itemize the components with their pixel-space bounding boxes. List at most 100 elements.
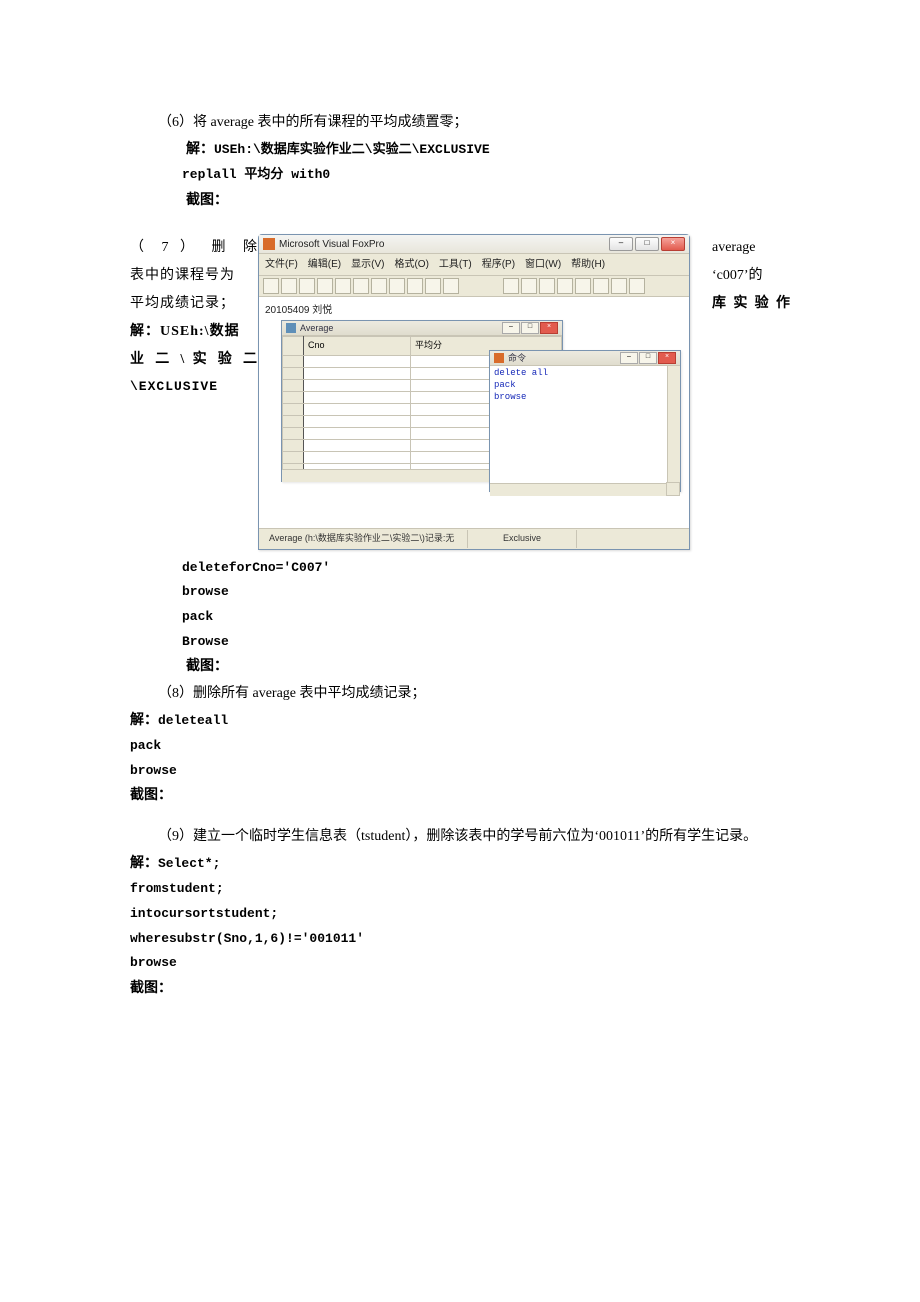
- minimize-button[interactable]: –: [502, 322, 520, 334]
- q7-left-3: 解：USEh:\数据: [130, 318, 258, 346]
- q7-left-5: \EXCLUSIVE: [130, 374, 258, 400]
- toolbar-button[interactable]: [407, 278, 423, 294]
- minimize-button[interactable]: –: [609, 237, 633, 251]
- status-right: [577, 530, 685, 547]
- q7-left-4: 业 二 \ 实 验 二: [130, 346, 258, 374]
- q7-right-col: average ‘c007’的 库 实 验 作: [712, 234, 790, 318]
- maximize-button[interactable]: □: [521, 322, 539, 334]
- cmd-line: delete all: [494, 368, 676, 380]
- browse-title: Average: [300, 320, 502, 337]
- command-titlebar: 命令 – □ ×: [490, 351, 680, 366]
- toolbar-button[interactable]: [629, 278, 645, 294]
- menu-file[interactable]: 文件(F): [265, 255, 298, 274]
- q7-left-2: 平均成绩记录；: [130, 290, 258, 318]
- toolbar-button[interactable]: [593, 278, 609, 294]
- q8-answer: 解：deleteall: [130, 708, 790, 735]
- q8-title: （8）删除所有 average 表中平均成绩记录；: [130, 681, 790, 708]
- q7-right-0: average: [712, 234, 790, 262]
- q8-code-2: browse: [130, 759, 790, 784]
- maximize-button[interactable]: □: [639, 352, 657, 364]
- vfp-menubar: 文件(F) 编辑(E) 显示(V) 格式(O) 工具(T) 程序(P) 窗口(W…: [259, 254, 689, 276]
- foxpro-icon: [263, 238, 275, 250]
- command-icon: [494, 353, 504, 363]
- menu-window[interactable]: 窗口(W): [525, 255, 561, 274]
- command-window: 命令 – □ × delete all pack browse: [489, 350, 681, 492]
- toolbar-button[interactable]: [443, 278, 459, 294]
- status-left: Average (h:\数据库实验作业二\实验二\)记录:无: [263, 530, 468, 547]
- q7-left-0: （ 7 ） 删 除: [130, 234, 258, 262]
- toolbar-button[interactable]: [317, 278, 333, 294]
- command-body[interactable]: delete all pack browse: [490, 366, 680, 496]
- vertical-scrollbar[interactable]: [667, 366, 680, 484]
- command-title: 命令: [508, 350, 620, 367]
- browse-titlebar: Average – □ ×: [282, 321, 562, 336]
- close-button[interactable]: ×: [540, 322, 558, 334]
- vfp-main-window: Microsoft Visual FoxPro – □ × 文件(F) 编辑(E…: [258, 234, 690, 549]
- status-mid: Exclusive: [468, 530, 577, 547]
- q6-shot-label: 截图：: [130, 188, 790, 215]
- window-buttons: – □ ×: [609, 237, 685, 251]
- q9-answer: 解：Select*;: [130, 851, 790, 878]
- toolbar-button[interactable]: [575, 278, 591, 294]
- toolbar-button[interactable]: [263, 278, 279, 294]
- q8-shot-label: 截图：: [130, 783, 790, 810]
- toolbar-spacer: [461, 278, 501, 294]
- toolbar-button[interactable]: [425, 278, 441, 294]
- minimize-button[interactable]: –: [620, 352, 638, 364]
- toolbar-button[interactable]: [299, 278, 315, 294]
- toolbar-button[interactable]: [335, 278, 351, 294]
- toolbar-button[interactable]: [371, 278, 387, 294]
- q7-code-0: deleteforCno='C007': [130, 556, 790, 581]
- menu-format[interactable]: 格式(O): [394, 255, 428, 274]
- q9-code-1: fromstudent;: [130, 877, 790, 902]
- command-window-buttons: – □ ×: [620, 352, 676, 364]
- vfp-screenshot: Microsoft Visual FoxPro – □ × 文件(F) 编辑(E…: [258, 234, 706, 549]
- q6-title: （6）将 average 表中的所有课程的平均成绩置零；: [130, 110, 790, 137]
- q8-code-0: deleteall: [158, 713, 228, 728]
- q8-code-1: pack: [130, 734, 790, 759]
- q7-code-1: browse: [130, 580, 790, 605]
- q9-code-3: wheresubstr(Sno,1,6)!='001011': [130, 927, 790, 952]
- q9-code-2: intocursortstudent;: [130, 902, 790, 927]
- q6-answer-line1: 解：USEh:\数据库实验作业二\实验二\EXCLUSIVE: [130, 137, 790, 164]
- toolbar-button[interactable]: [611, 278, 627, 294]
- q9-code-4: browse: [130, 951, 790, 976]
- menu-tools[interactable]: 工具(T): [439, 255, 472, 274]
- q7-code-3: Browse: [130, 630, 790, 655]
- close-button[interactable]: ×: [658, 352, 676, 364]
- toolbar-button[interactable]: [503, 278, 519, 294]
- toolbar-button[interactable]: [353, 278, 369, 294]
- toolbar-button[interactable]: [557, 278, 573, 294]
- grid-col-cno[interactable]: Cno: [304, 337, 411, 355]
- q6-ans-label: 解：: [186, 142, 214, 157]
- q9-shot-label: 截图：: [130, 976, 790, 1003]
- menu-program[interactable]: 程序(P): [482, 255, 515, 274]
- scroll-corner: [666, 482, 680, 496]
- toolbar-button[interactable]: [539, 278, 555, 294]
- q9-title: （9）建立一个临时学生信息表（tstudent），删除该表中的学号前六位为‘00…: [130, 824, 790, 851]
- vfp-toolbar: [259, 276, 689, 297]
- toolbar-button[interactable]: [389, 278, 405, 294]
- document-page: （6）将 average 表中的所有课程的平均成绩置零； 解：USEh:\数据库…: [0, 0, 920, 1302]
- toolbar-button[interactable]: [281, 278, 297, 294]
- toolbar-button[interactable]: [521, 278, 537, 294]
- q7-left-col: （ 7 ） 删 除 表中的课程号为 平均成绩记录； 解：USEh:\数据 业 二…: [130, 234, 258, 400]
- q7-right-3: 库 实 验 作: [712, 290, 790, 318]
- close-button[interactable]: ×: [661, 237, 685, 251]
- menu-view[interactable]: 显示(V): [351, 255, 384, 274]
- maximize-button[interactable]: □: [635, 237, 659, 251]
- q9-ans-label: 解：: [130, 856, 158, 871]
- q6-code-2: replall 平均分 with0: [130, 163, 790, 188]
- cmd-line: pack: [494, 380, 676, 392]
- q7-left-1: 表中的课程号为: [130, 262, 258, 290]
- menu-edit[interactable]: 编辑(E): [308, 255, 341, 274]
- horizontal-scrollbar[interactable]: [490, 483, 668, 496]
- q7-code-2: pack: [130, 605, 790, 630]
- menu-help[interactable]: 帮助(H): [571, 255, 605, 274]
- q9-code-0: Select*;: [158, 856, 220, 871]
- vfp-workspace: 20105409 刘悦 Average – □ ×: [259, 297, 689, 528]
- vfp-statusbar: Average (h:\数据库实验作业二\实验二\)记录:无 Exclusive: [259, 528, 689, 548]
- q8-ans-label: 解：: [130, 713, 158, 728]
- q6-code-1: USEh:\数据库实验作业二\实验二\EXCLUSIVE: [214, 142, 490, 157]
- q7-shot-label: 截图：: [130, 654, 790, 681]
